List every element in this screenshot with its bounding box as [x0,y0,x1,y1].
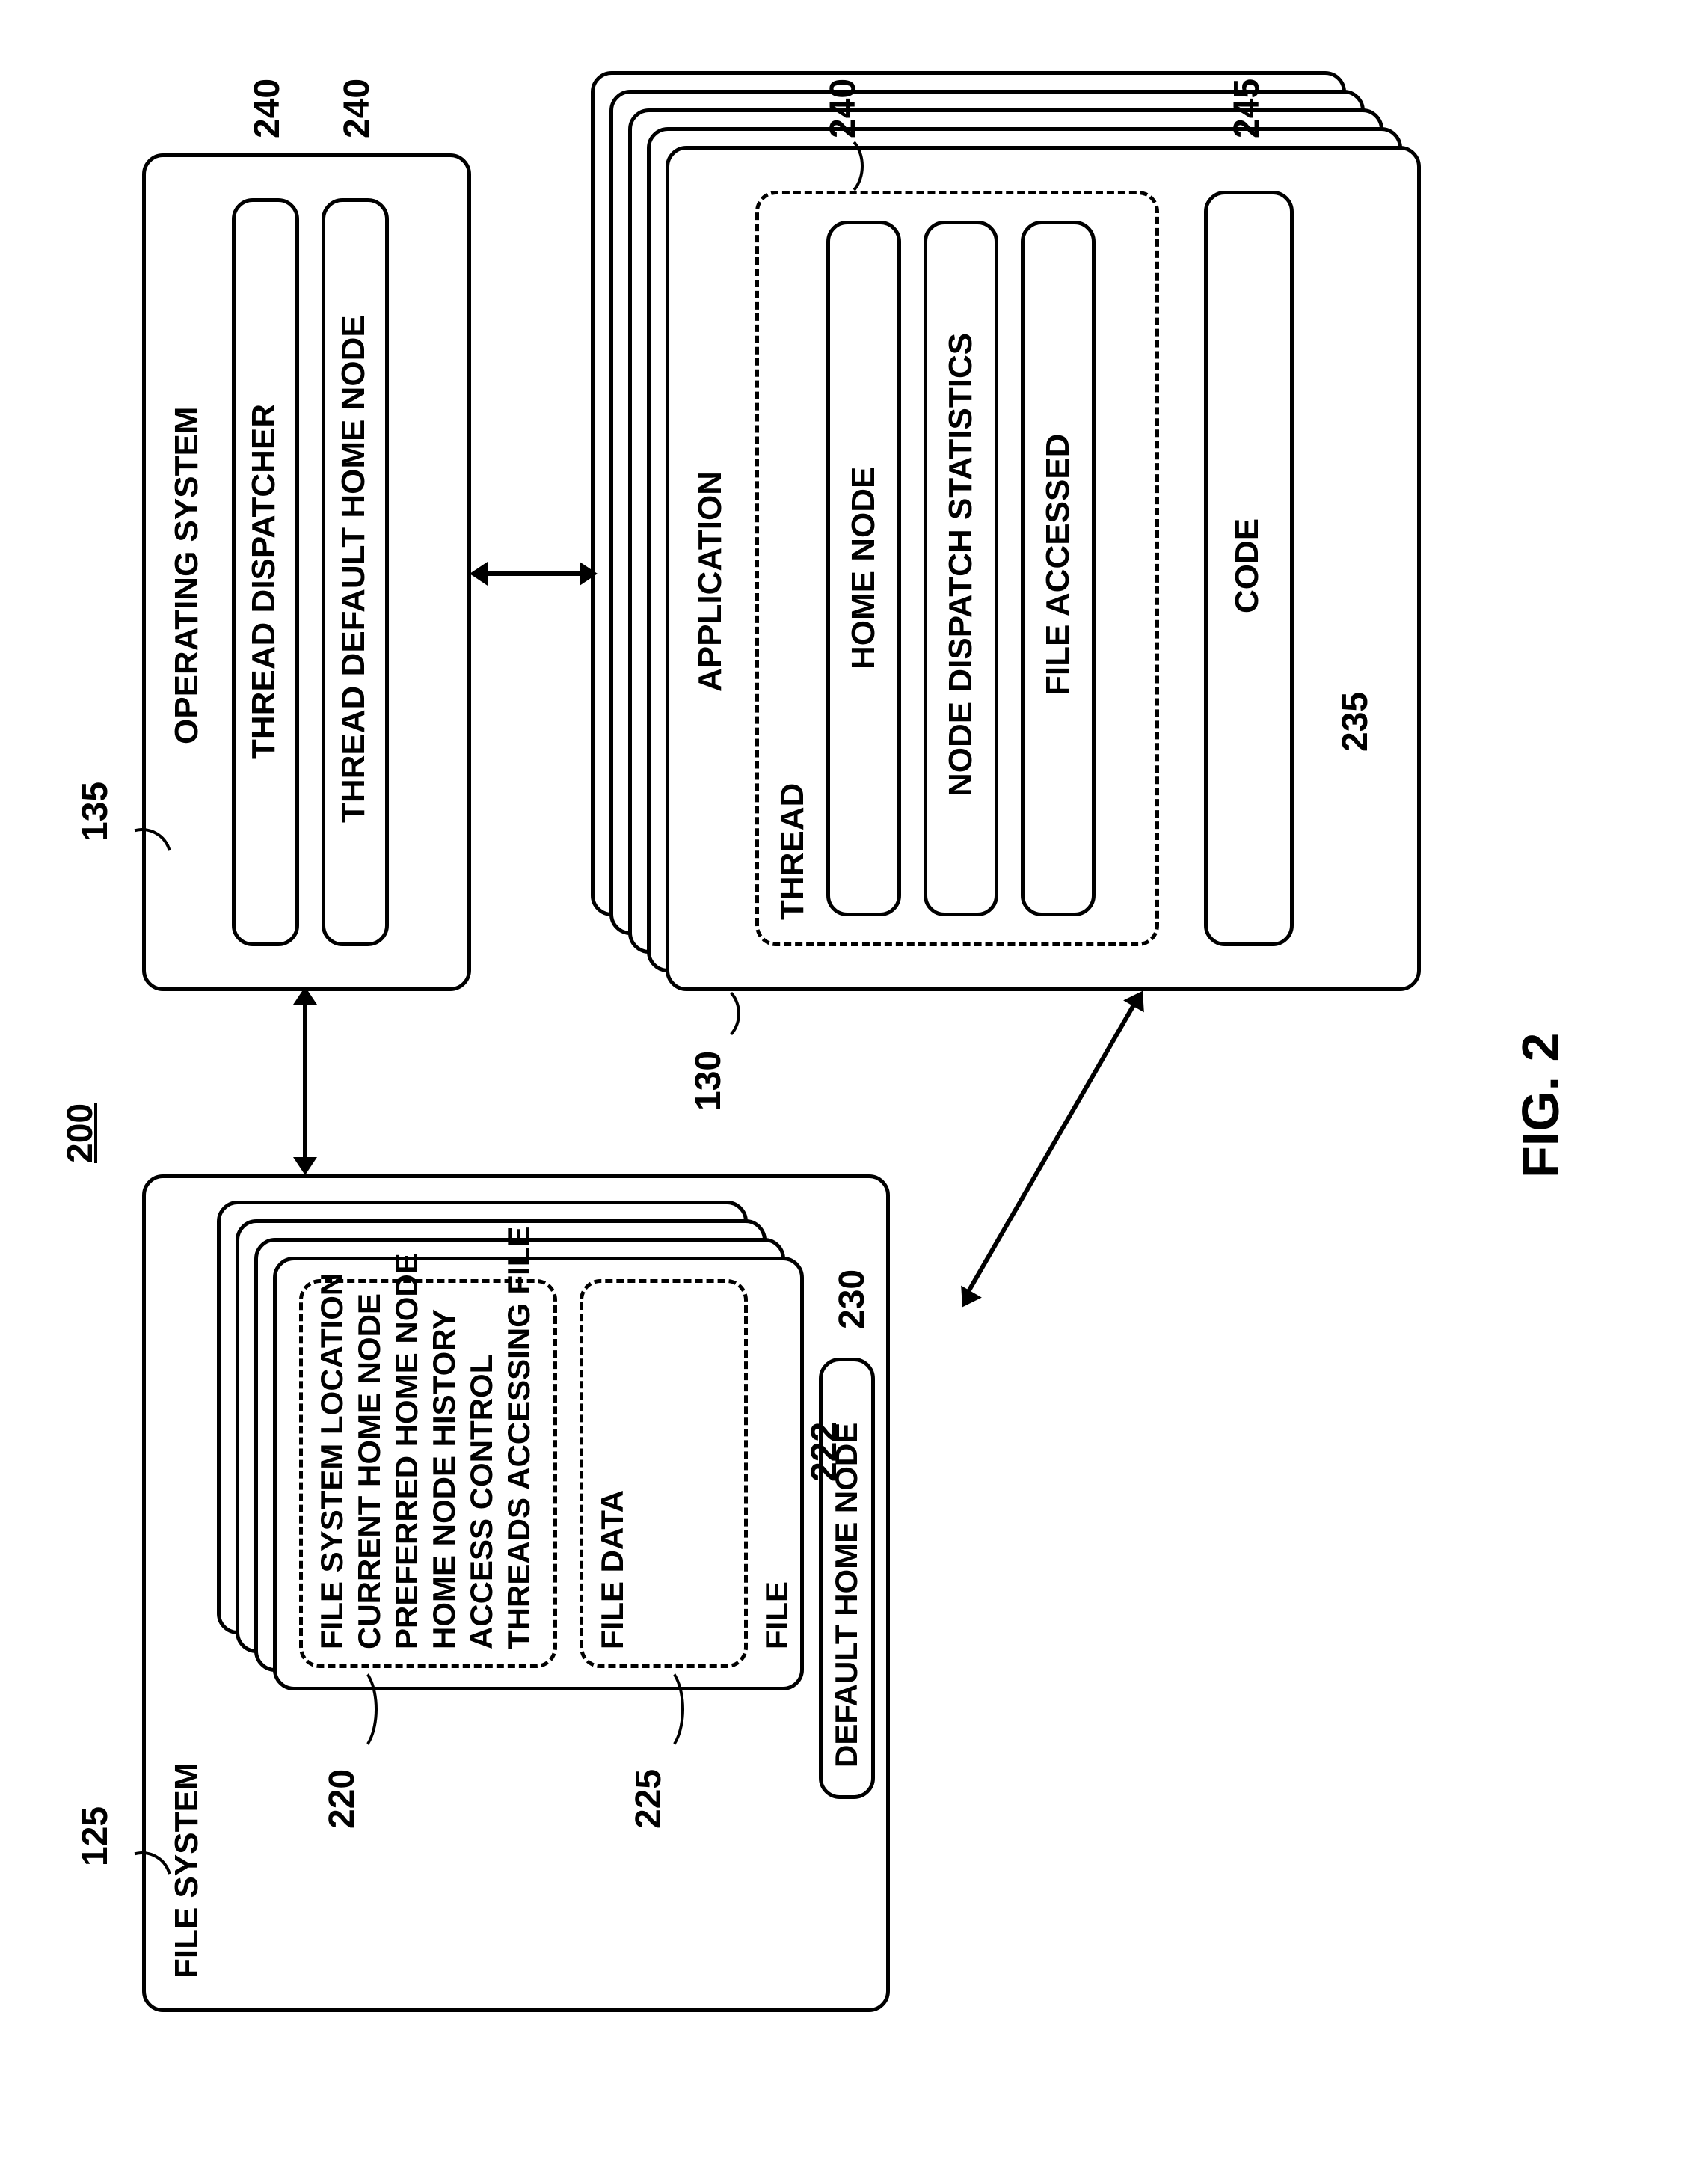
file-label: FILE [759,1581,795,1649]
file-data-label: FILE DATA [595,1490,630,1649]
arrow-os-app [485,571,582,576]
os-title: OPERATING SYSTEM [168,407,206,744]
thread-label: THREAD [774,783,811,920]
ref-222: 222 [804,1422,845,1482]
ref-245: 245 [1226,79,1268,138]
arrow-fs-os-l [293,1157,317,1175]
fs-l4: HOME NODE HISTORY [426,1309,462,1649]
curve-240t [811,132,864,200]
file-accessed-label: FILE ACCESSED [1039,434,1077,696]
figure-caption: FIG. 2 [1511,1033,1570,1178]
ref-200: 200 [60,1103,101,1163]
ref-135: 135 [75,782,116,842]
curve-220 [333,1664,378,1754]
home-node-label: HOME NODE [845,467,882,669]
fs-l2: CURRENT HOME NODE [351,1293,387,1649]
arrow-fs-app-l [952,1286,982,1314]
arrow-os-app-d [580,562,598,586]
ref-240b: 240 [337,79,378,138]
fs-l5: ACCESS CONTROL [464,1355,500,1649]
arrow-fs-os-r [293,987,317,1005]
curve-225 [639,1664,684,1754]
ref-230: 230 [832,1269,873,1329]
arrow-os-app-u [470,562,488,586]
fs-l3: PREFERRED HOME NODE [389,1253,425,1649]
node-dispatch-stats-label: NODE DISPATCH STATISTICS [942,333,980,797]
thread-default-home-node-label: THREAD DEFAULT HOME NODE [335,315,372,823]
diagram-stage: 200 FILE SYSTEM FILE SYSTEM LOCATION CUR… [0,0,1708,2158]
ref-220: 220 [322,1769,363,1829]
ref-235: 235 [1335,692,1376,752]
ref-240a: 240 [247,79,288,138]
canvas: 200 FILE SYSTEM FILE SYSTEM LOCATION CUR… [0,0,1708,2158]
ref-125: 125 [75,1806,116,1866]
fs-l1: FILE SYSTEM LOCATION [314,1273,350,1649]
ref-240-thread: 240 [823,79,864,138]
curve-130 [688,984,740,1043]
app-title: APPLICATION [692,471,729,692]
thread-dispatcher-label: THREAD DISPATCHER [245,404,283,759]
arrow-fs-os [303,1002,307,1159]
code-label: CODE [1229,518,1266,613]
fs-l6: THREADS ACCESSING FILE [501,1227,537,1649]
arrow-fs-app [965,1002,1137,1296]
file-system-title: FILE SYSTEM [168,1763,206,1978]
ref-130: 130 [688,1051,729,1111]
ref-225: 225 [628,1769,669,1829]
